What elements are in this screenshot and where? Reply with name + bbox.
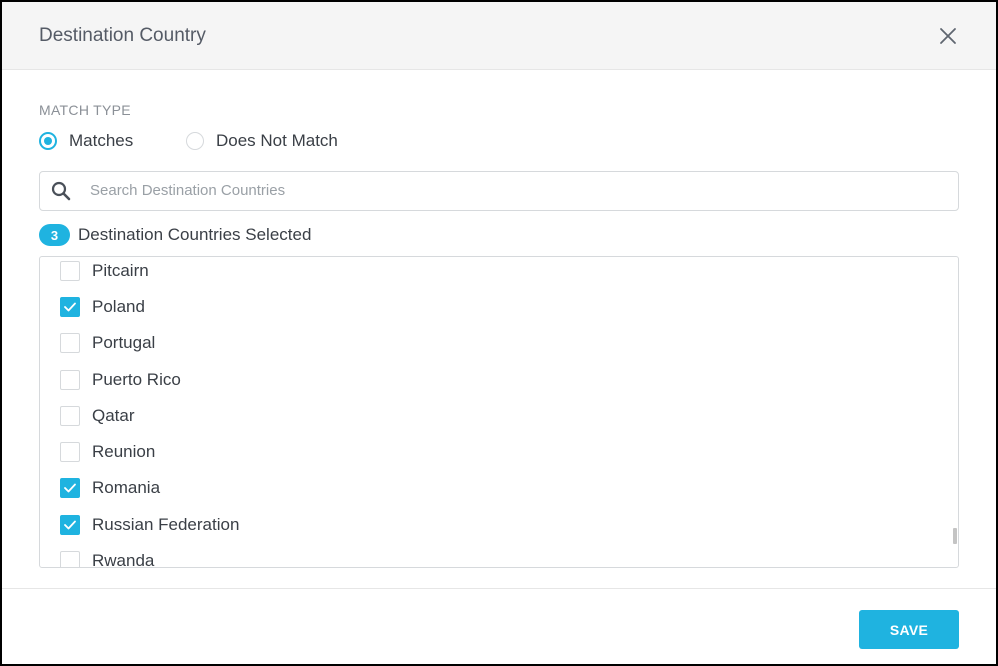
country-label: Portugal [92, 333, 156, 352]
checkbox[interactable] [60, 551, 80, 567]
checkbox[interactable] [60, 370, 80, 390]
radio-does-not-match-indicator[interactable] [186, 132, 204, 150]
country-label: Pitcairn [92, 261, 149, 280]
check-icon [64, 520, 76, 530]
selected-count-label: Destination Countries Selected [78, 225, 312, 244]
check-icon [64, 483, 76, 493]
country-item-qatar[interactable]: Qatar [60, 404, 135, 428]
checkbox[interactable] [60, 406, 80, 426]
country-item-russian-federation[interactable]: Russian Federation [60, 513, 239, 537]
country-item-portugal[interactable]: Portugal [60, 331, 155, 355]
check-icon [64, 302, 76, 312]
radio-matches-indicator[interactable] [39, 132, 57, 150]
radio-does-not-match-label: Does Not Match [216, 131, 338, 150]
country-item-rwanda[interactable]: Rwanda [60, 549, 155, 568]
close-icon[interactable] [936, 24, 960, 48]
country-list[interactable]: Pitcairn Poland Portugal Puerto Rico Qat… [39, 256, 959, 568]
selection-summary: 3 Destination Countries Selected [39, 222, 311, 248]
country-item-romania[interactable]: Romania [60, 476, 160, 500]
radio-matches-label: Matches [69, 131, 134, 150]
checkbox-checked[interactable] [60, 478, 80, 498]
checkbox[interactable] [60, 333, 80, 353]
dialog-header: Destination Country [2, 2, 996, 70]
country-label: Romania [92, 478, 161, 497]
checkbox-checked[interactable] [60, 515, 80, 535]
checkbox[interactable] [60, 442, 80, 462]
checkbox[interactable] [60, 261, 80, 281]
radio-does-not-match[interactable]: Does Not Match [186, 129, 338, 153]
selected-count-badge: 3 [39, 224, 70, 246]
radio-matches[interactable]: Matches [39, 129, 133, 153]
country-label: Reunion [92, 442, 156, 461]
country-item-pitcairn[interactable]: Pitcairn [60, 259, 149, 283]
country-item-poland[interactable]: Poland [60, 295, 145, 319]
country-label: Qatar [92, 406, 135, 425]
footer-divider [2, 588, 996, 589]
save-button[interactable]: SAVE [859, 610, 959, 649]
search-icon [51, 181, 71, 201]
country-label: Poland [92, 297, 145, 316]
destination-country-dialog: Destination Country MATCH TYPE Matches D… [0, 0, 998, 666]
dialog-title: Destination Country [39, 25, 206, 46]
match-type-label: MATCH TYPE [39, 102, 131, 118]
country-label: Puerto Rico [92, 370, 181, 389]
country-item-reunion[interactable]: Reunion [60, 440, 155, 464]
country-item-puerto-rico[interactable]: Puerto Rico [60, 368, 181, 392]
country-label: Russian Federation [92, 515, 240, 534]
search-input[interactable] [90, 173, 940, 207]
checkbox-checked[interactable] [60, 297, 80, 317]
search-field[interactable] [39, 171, 959, 211]
country-label: Rwanda [92, 551, 155, 568]
list-scrollbar[interactable] [953, 528, 957, 544]
